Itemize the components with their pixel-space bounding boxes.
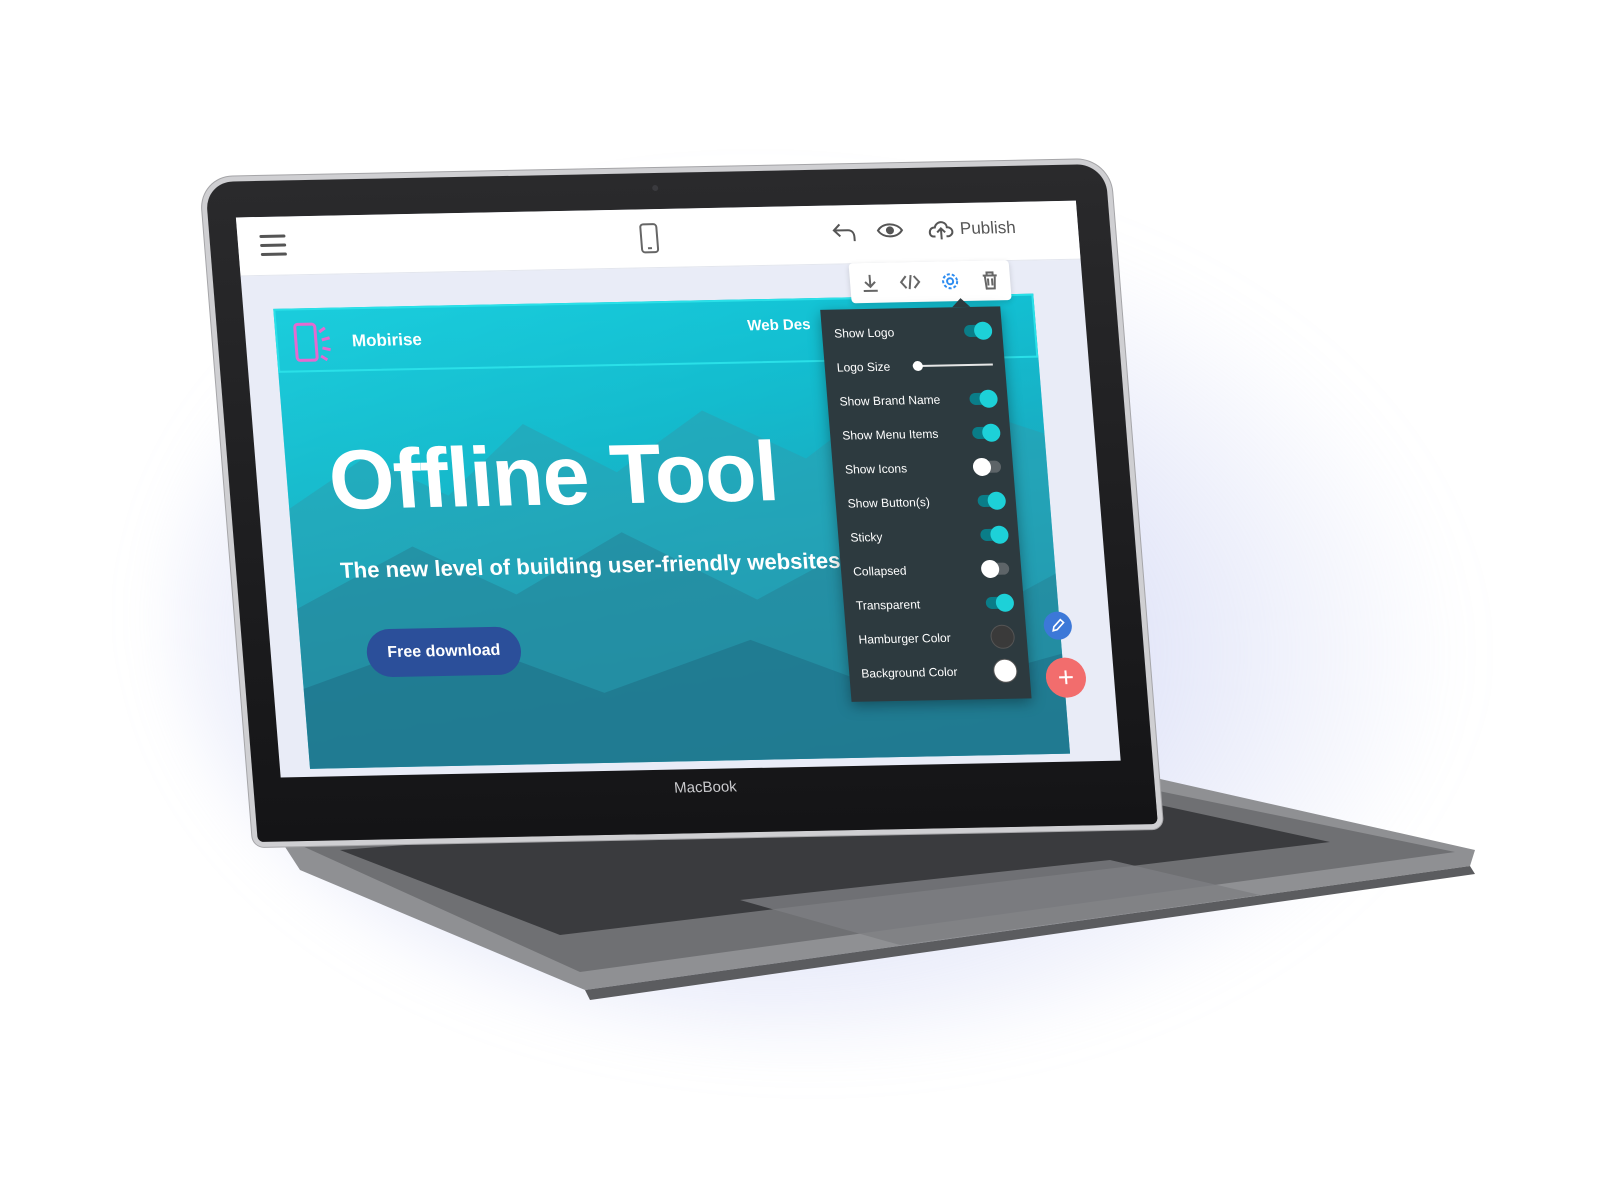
toggle-switch[interactable] [977, 491, 1007, 510]
logo-size-slider[interactable] [912, 360, 993, 372]
setting-collapsed[interactable]: Collapsed [852, 557, 1010, 584]
slider-thumb[interactable] [912, 360, 924, 372]
setting-label: Collapsed [852, 563, 908, 579]
hero-title: Offline Tool [325, 424, 782, 527]
mobile-device-icon[interactable] [639, 223, 660, 254]
block-settings-panel: Show Logo Logo Size Show Brand Name Show… [820, 306, 1032, 702]
undo-icon[interactable] [829, 217, 859, 246]
setting-show-brand-name[interactable]: Show Brand Name [839, 387, 999, 414]
setting-show-buttons[interactable]: Show Button(s) [847, 489, 1007, 516]
trash-icon[interactable] [977, 268, 1003, 292]
setting-logo-size[interactable]: Logo Size [836, 353, 994, 380]
setting-show-menu-items[interactable]: Show Menu Items [841, 421, 1001, 448]
setting-label: Show Logo [833, 325, 895, 341]
setting-hamburger-color[interactable]: Hamburger Color [858, 624, 1016, 652]
setting-transparent[interactable]: Transparent [855, 591, 1015, 618]
free-download-button[interactable]: Free download [365, 626, 523, 678]
toggle-switch[interactable] [971, 423, 1001, 442]
setting-label: Sticky [849, 530, 884, 545]
color-swatch[interactable] [989, 624, 1016, 650]
laptop-brand-label: MacBook [673, 778, 738, 797]
block-toolbar [848, 260, 1012, 304]
camera [651, 184, 659, 192]
setting-sticky[interactable]: Sticky [849, 523, 1010, 550]
pencil-icon [1052, 618, 1065, 632]
mobirise-logo-icon [293, 322, 331, 362]
toggle-switch[interactable] [972, 457, 1002, 477]
toggle-switch[interactable] [979, 525, 1010, 544]
preview-eye-icon[interactable] [875, 216, 905, 245]
setting-label: Show Brand Name [839, 392, 941, 409]
setting-label: Show Menu Items [841, 426, 939, 443]
app-screen: Publish Mobirise Web Des Offline Tool Th… [235, 200, 1121, 778]
setting-label: Show Button(s) [847, 495, 931, 511]
download-icon[interactable] [857, 271, 883, 295]
setting-show-icons[interactable]: Show Icons [844, 455, 1002, 482]
setting-label: Hamburger Color [858, 630, 952, 647]
plus-icon: + [1056, 661, 1076, 693]
hamburger-icon[interactable] [259, 234, 287, 257]
cloud-upload-icon [928, 221, 954, 240]
toggle-switch[interactable] [969, 389, 999, 408]
publish-label: Publish [959, 217, 1017, 238]
setting-label: Transparent [855, 597, 921, 613]
gear-icon[interactable] [937, 269, 963, 293]
color-swatch[interactable] [992, 658, 1019, 684]
laptop-lid: Publish Mobirise Web Des Offline Tool Th… [205, 164, 1158, 842]
setting-label: Background Color [860, 664, 958, 681]
code-icon[interactable] [897, 270, 923, 294]
brand-name[interactable]: Mobirise [351, 330, 423, 351]
toggle-switch[interactable] [985, 593, 1015, 612]
setting-background-color[interactable]: Background Color [860, 658, 1019, 686]
setting-show-logo[interactable]: Show Logo [833, 319, 993, 346]
setting-label: Logo Size [836, 359, 891, 375]
toggle-switch[interactable] [963, 321, 993, 340]
publish-button[interactable]: Publish [927, 214, 1017, 244]
setting-label: Show Icons [844, 461, 908, 477]
nav-item-web-design[interactable]: Web Des [747, 316, 811, 334]
toggle-switch[interactable] [980, 559, 1010, 579]
